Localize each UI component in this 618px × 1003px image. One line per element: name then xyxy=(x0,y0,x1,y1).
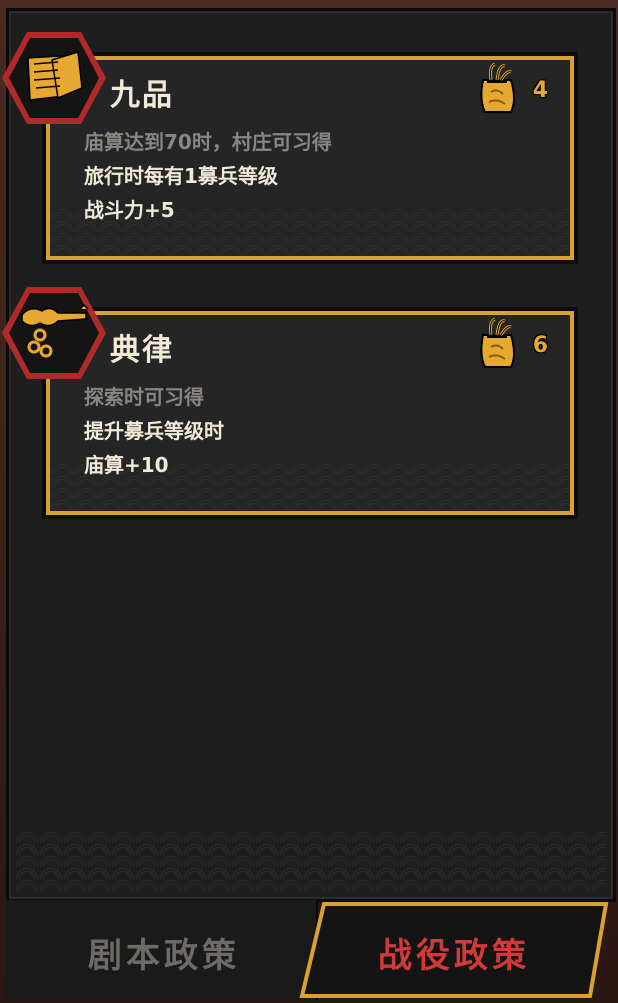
tab-label: 剧本政策 xyxy=(88,936,240,976)
policy-effect-line-1: 旅行时每有1募兵等级 xyxy=(84,164,278,188)
policy-title: 九品 xyxy=(110,78,174,113)
policy-cost-value: 4 xyxy=(532,77,548,103)
policy-icon-badge xyxy=(0,285,108,381)
policy-effect-line-2: 庙算+10 xyxy=(84,453,169,477)
policy-effect-line-2: 战斗力+5 xyxy=(84,198,175,222)
chained-keys-icon xyxy=(2,287,106,379)
policy-cost-value: 6 xyxy=(532,332,548,358)
tab-campaign-policy[interactable]: 战役政策 xyxy=(298,900,610,1000)
grain-sack-icon xyxy=(473,60,521,120)
tab-script-policy[interactable]: 剧本政策 xyxy=(6,900,318,1000)
policy-tab-bar: 剧本政策 战役政策 xyxy=(6,900,610,1000)
policy-condition: 庙算达到70时，村庄可习得 xyxy=(84,130,332,154)
policy-cost: 6 xyxy=(473,315,548,375)
panel-wave-pattern xyxy=(15,831,607,891)
scroll-bundle-icon xyxy=(2,32,106,124)
policy-card-jiupin[interactable]: 九品 庙算达到70时，村庄可习得 旅行时每有1募兵等级 战斗力+5 4 xyxy=(42,52,578,264)
policy-card-dianlv[interactable]: 典律 探索时可习得 提升募兵等级时 庙算+10 6 xyxy=(42,307,578,519)
tab-label: 战役政策 xyxy=(378,936,530,976)
policy-icon-badge xyxy=(0,30,108,126)
policy-condition: 探索时可习得 xyxy=(84,385,204,409)
policy-title: 典律 xyxy=(110,333,174,368)
policy-cost: 4 xyxy=(473,60,548,120)
game-window: 九品 庙算达到70时，村庄可习得 旅行时每有1募兵等级 战斗力+5 4 典律 探… xyxy=(0,0,618,1003)
grain-sack-icon xyxy=(473,315,521,375)
policy-effect-line-1: 提升募兵等级时 xyxy=(84,419,224,443)
